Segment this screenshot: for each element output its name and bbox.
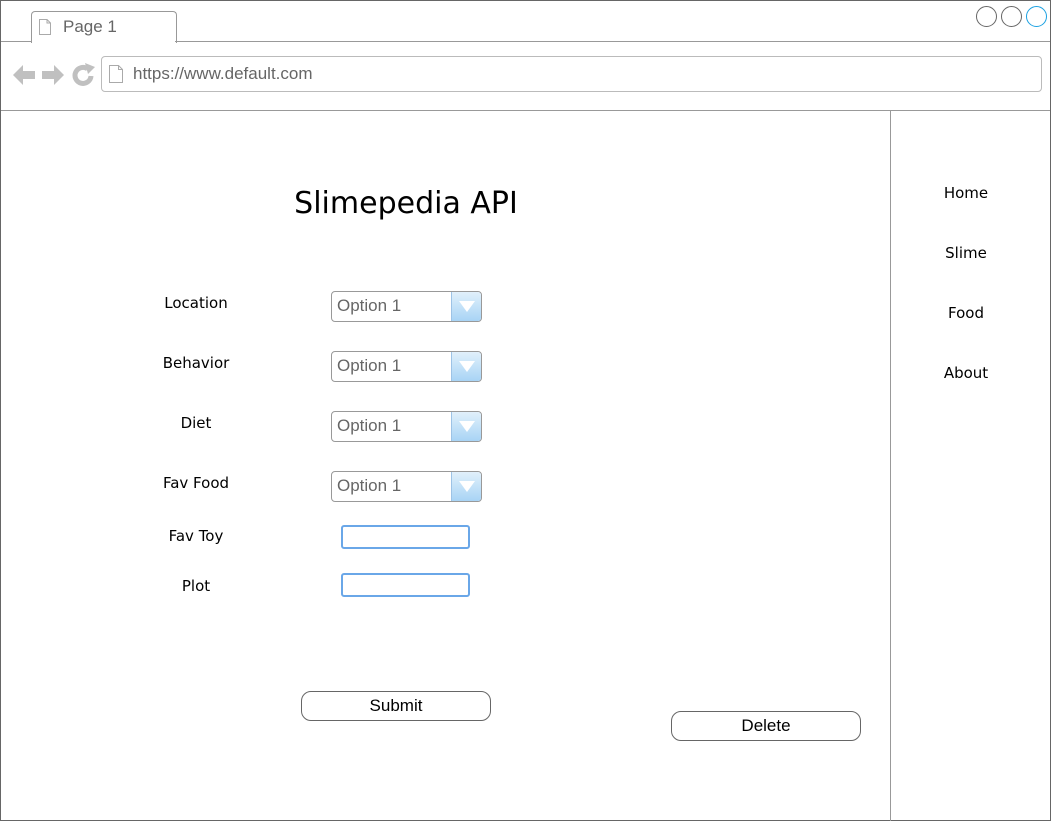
- fav-toy-input[interactable]: [341, 525, 470, 549]
- chevron-down-icon: [459, 361, 475, 372]
- page-icon: [39, 19, 51, 35]
- address-bar[interactable]: https://www.default.com: [101, 56, 1042, 92]
- sidebar-item-about[interactable]: About: [891, 364, 1041, 382]
- chevron-down-icon: [459, 481, 475, 492]
- chevron-down-icon: [459, 421, 475, 432]
- location-label: Location: [164, 294, 228, 312]
- sidebar-item-home[interactable]: Home: [891, 184, 1041, 202]
- sidebar-item-slime[interactable]: Slime: [891, 244, 1041, 262]
- behavior-select[interactable]: Option 1: [331, 351, 482, 382]
- window-control-icon[interactable]: [1026, 6, 1047, 27]
- select-value: Option 1: [337, 356, 402, 375]
- browser-window: Page 1 https://www.default.com Home Slim…: [0, 0, 1051, 821]
- behavior-label: Behavior: [162, 354, 230, 372]
- url-text: https://www.default.com: [133, 64, 313, 83]
- window-control-icon[interactable]: [1001, 6, 1022, 27]
- browser-tab[interactable]: Page 1: [31, 11, 177, 43]
- fav-toy-label: Fav Toy: [168, 527, 224, 545]
- dropdown-button[interactable]: [451, 472, 481, 501]
- location-select[interactable]: Option 1: [331, 291, 482, 322]
- plot-input[interactable]: [341, 573, 470, 597]
- reload-icon[interactable]: [72, 63, 96, 87]
- fav-food-select[interactable]: Option 1: [331, 471, 482, 502]
- diet-label: Diet: [180, 414, 212, 432]
- sidebar-divider: [890, 111, 891, 821]
- select-value: Option 1: [337, 416, 402, 435]
- delete-button[interactable]: Delete: [671, 711, 861, 741]
- diet-select[interactable]: Option 1: [331, 411, 482, 442]
- select-value: Option 1: [337, 476, 402, 495]
- plot-label: Plot: [181, 577, 211, 595]
- dropdown-button[interactable]: [451, 352, 481, 381]
- fav-food-label: Fav Food: [162, 474, 230, 492]
- page-icon: [109, 65, 123, 83]
- select-value: Option 1: [337, 296, 402, 315]
- page-title: Slimepedia API: [294, 186, 518, 221]
- dropdown-button[interactable]: [451, 412, 481, 441]
- forward-arrow-icon[interactable]: [41, 63, 65, 87]
- sidebar-item-food[interactable]: Food: [891, 304, 1041, 322]
- back-arrow-icon[interactable]: [12, 63, 36, 87]
- dropdown-button[interactable]: [451, 292, 481, 321]
- submit-button[interactable]: Submit: [301, 691, 491, 721]
- chevron-down-icon: [459, 301, 475, 312]
- window-control-icon[interactable]: [976, 6, 997, 27]
- chrome-divider: [1, 110, 1050, 111]
- tab-label: Page 1: [63, 17, 117, 36]
